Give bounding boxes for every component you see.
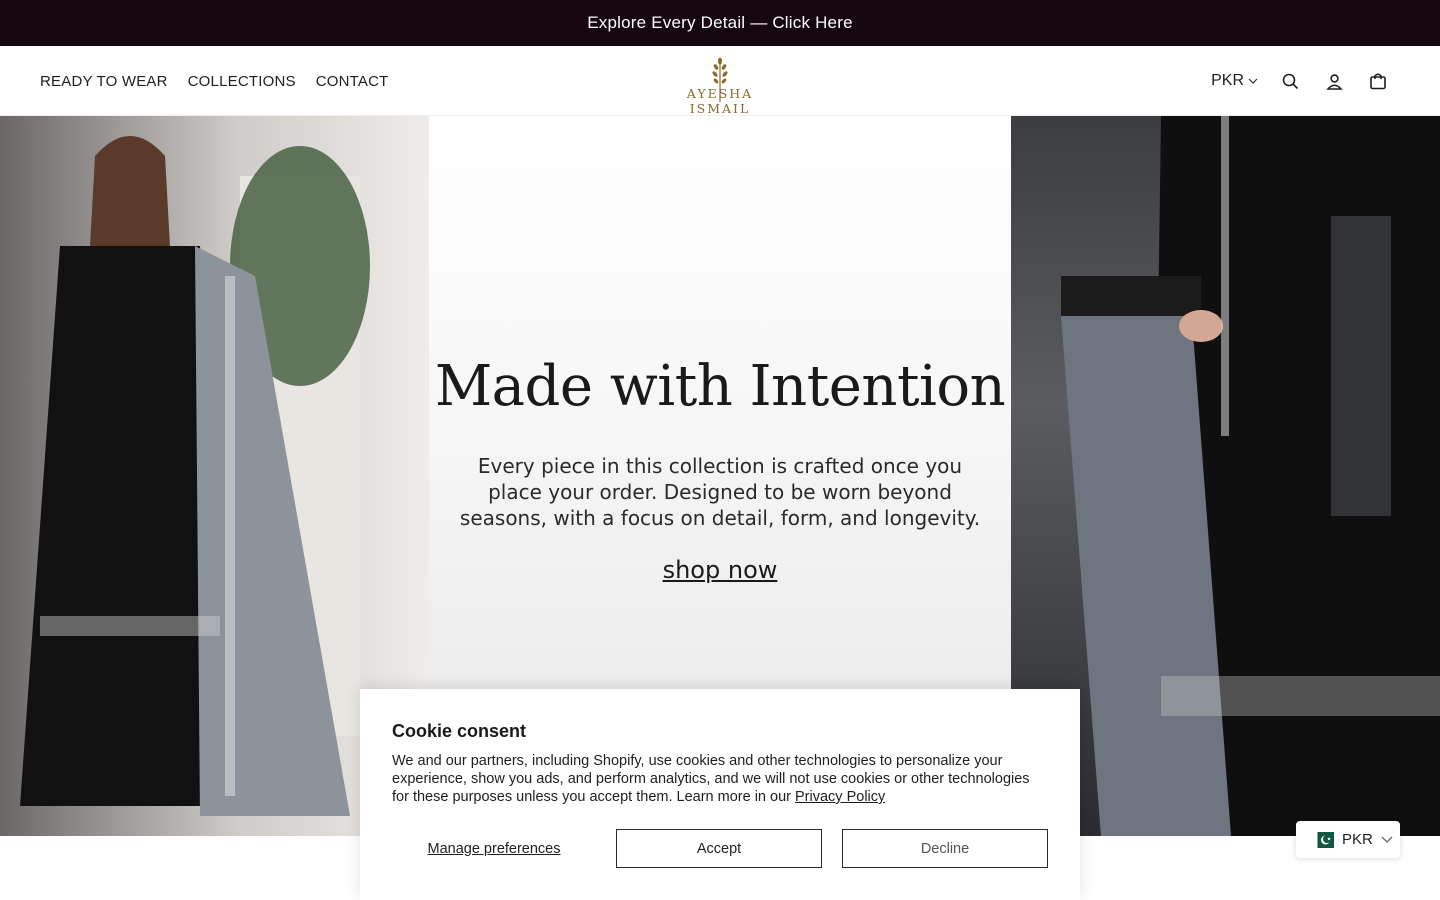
header-actions: PKR xyxy=(1211,46,1390,116)
nav-item-collections[interactable]: COLLECTIONS xyxy=(188,73,296,90)
logo-text: AYESHA ISMAIL xyxy=(686,86,754,116)
hero-description: Every piece in this collection is crafte… xyxy=(459,454,981,530)
manage-preferences-button[interactable]: Manage preferences xyxy=(392,829,596,868)
search-icon[interactable] xyxy=(1278,69,1302,93)
hero-title: Made with Intention xyxy=(434,354,1006,419)
nav-item-ready-to-wear[interactable]: READY TO WEAR xyxy=(40,73,168,90)
currency-label: PKR xyxy=(1211,72,1244,89)
cookie-actions: Manage preferences Accept Decline xyxy=(392,829,1048,868)
account-icon[interactable] xyxy=(1322,69,1346,93)
cookie-body: We and our partners, including Shopify, … xyxy=(392,753,1030,805)
chevron-down-icon xyxy=(1381,836,1393,843)
announcement-link[interactable]: Explore Every Detail — Click Here xyxy=(587,13,852,33)
cookie-title: Cookie consent xyxy=(392,721,527,741)
main-nav: READY TO WEAR COLLECTIONS CONTACT xyxy=(40,46,389,116)
nav-item-contact[interactable]: CONTACT xyxy=(316,73,389,90)
shop-now-link[interactable]: shop now xyxy=(429,556,1011,584)
brand-logo[interactable]: AYESHA ISMAIL xyxy=(657,56,783,116)
site-header: READY TO WEAR COLLECTIONS CONTACT AYESHA… xyxy=(0,46,1440,116)
announcement-bar: Explore Every Detail — Click Here xyxy=(0,0,1440,46)
cookie-text: We and our partners, including Shopify, … xyxy=(392,752,1048,806)
chevron-down-icon xyxy=(1248,78,1258,84)
currency-widget[interactable]: PKR xyxy=(1296,821,1400,858)
accept-button[interactable]: Accept xyxy=(616,829,822,868)
currency-selector[interactable]: PKR xyxy=(1211,72,1258,90)
decline-button[interactable]: Decline xyxy=(842,829,1048,868)
pakistan-flag-icon xyxy=(1312,831,1334,848)
currency-widget-label: PKR xyxy=(1342,831,1373,848)
privacy-policy-link[interactable]: Privacy Policy xyxy=(795,789,885,805)
cookie-consent-banner: Cookie consent We and our partners, incl… xyxy=(360,689,1080,900)
cart-icon[interactable] xyxy=(1366,69,1390,93)
